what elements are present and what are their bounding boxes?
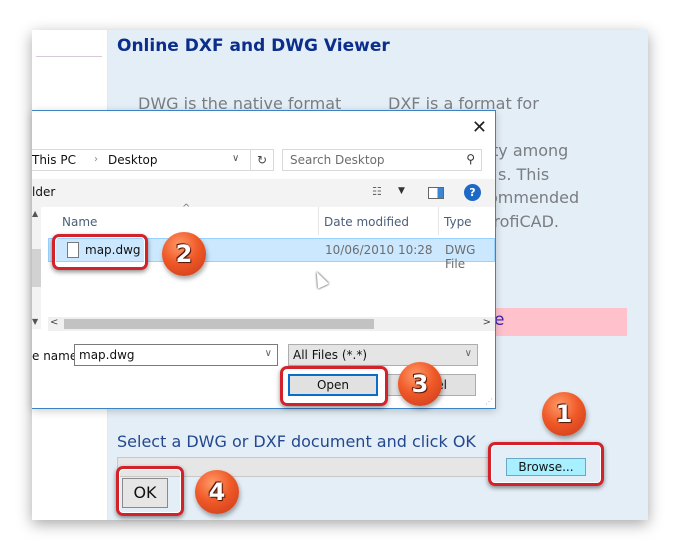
scroll-down-icon[interactable]: ▼ (32, 317, 38, 326)
resize-grip-icon[interactable]: ⋰ (485, 397, 493, 406)
navigation-pane-scrollbar[interactable]: ▲ ▼ (32, 207, 41, 329)
address-bar[interactable]: This PC › Desktop ∨ ↻ (32, 149, 274, 171)
column-divider[interactable] (438, 207, 439, 235)
page-title: Online DXF and DWG Viewer (117, 36, 390, 56)
breadcrumb-this-pc[interactable]: This PC (32, 153, 76, 167)
select-document-label: Select a DWG or DXF document and click O… (117, 432, 476, 451)
dialog-toolbar: lder ☷ ▼ ? (32, 179, 495, 207)
scrollbar-thumb[interactable] (32, 249, 41, 287)
file-date: 10/06/2010 10:28 (325, 243, 433, 257)
step-badge-1: 1 (542, 392, 586, 436)
scroll-up-icon[interactable]: ▲ (32, 209, 38, 218)
view-options-icon[interactable]: ☷ (372, 185, 382, 198)
chevron-down-icon[interactable]: ∨ (265, 348, 272, 359)
step-badge-4: 4 (195, 470, 239, 514)
breadcrumb-separator-icon: › (94, 154, 98, 165)
scroll-left-icon[interactable]: < (50, 317, 58, 328)
column-date-modified[interactable]: Date modified (324, 215, 409, 229)
scrollbar-thumb[interactable] (64, 319, 374, 329)
chevron-down-icon[interactable]: ∨ (465, 348, 472, 359)
file-list-header: ^ Name Date modified Type (48, 203, 495, 235)
breadcrumb-desktop[interactable]: Desktop (108, 153, 158, 167)
pink-link-bar[interactable]: e (484, 308, 627, 336)
file-name-value[interactable]: map.dwg (79, 348, 135, 362)
close-icon[interactable]: ✕ (472, 117, 487, 138)
caret-down-icon[interactable]: ▼ (398, 186, 405, 196)
preview-pane-icon[interactable] (428, 187, 444, 199)
sort-ascending-icon: ^ (182, 203, 191, 214)
step-badge-2: 2 (162, 232, 206, 276)
column-type[interactable]: Type (444, 215, 472, 229)
search-icon[interactable]: ⚲ (466, 152, 475, 166)
column-divider[interactable] (318, 207, 319, 235)
divider (36, 56, 102, 57)
search-placeholder: Search Desktop (290, 153, 385, 167)
new-folder-button[interactable]: lder (32, 185, 55, 199)
highlight-open-button (280, 366, 388, 406)
scroll-right-icon[interactable]: > (483, 317, 491, 328)
refresh-icon[interactable]: ↻ (250, 150, 273, 170)
step-badge-3: 3 (398, 362, 442, 406)
highlight-file-row (52, 234, 148, 270)
file-name-input[interactable]: map.dwg ∨ (74, 344, 278, 366)
filter-value: All Files (*.*) (293, 348, 368, 362)
horizontal-scrollbar[interactable]: < > (48, 317, 495, 331)
mouse-cursor-icon (311, 269, 329, 289)
column-name[interactable]: Name (62, 215, 97, 229)
help-icon[interactable]: ? (464, 184, 481, 201)
highlight-browse-button (488, 442, 604, 486)
file-type-filter-select[interactable]: All Files (*.*) ∨ (288, 344, 478, 366)
highlight-ok-button (116, 466, 184, 516)
file-type: DWG File (445, 243, 476, 271)
search-input[interactable]: Search Desktop ⚲ (282, 149, 482, 171)
chevron-down-icon[interactable]: ∨ (232, 153, 239, 164)
